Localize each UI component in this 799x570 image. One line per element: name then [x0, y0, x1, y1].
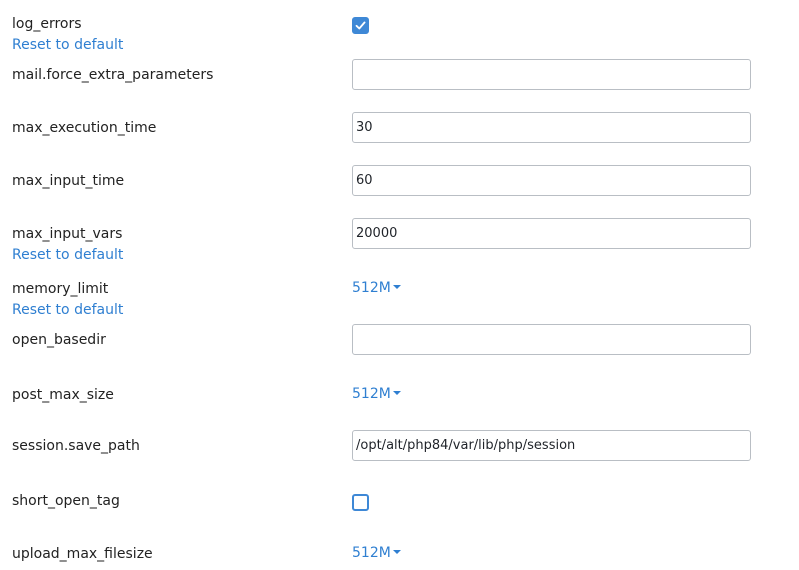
php-settings-page: log_errors Reset to default mail.force_e… [0, 0, 799, 570]
setting-name-max-input-time: max_input_time [12, 173, 125, 189]
setting-name-upload-max-filesize: upload_max_filesize [12, 546, 153, 562]
setting-name-max-execution-time: max_execution_time [12, 120, 157, 136]
setting-name-open-basedir: open_basedir [12, 332, 106, 348]
setting-name-session-save-path: session.save_path [12, 438, 140, 454]
memory-limit-dropdown[interactable]: 512M [352, 279, 401, 297]
post-max-size-dropdown[interactable]: 512M [352, 385, 401, 403]
caret-down-icon [392, 285, 401, 289]
max-execution-time-input[interactable] [352, 112, 751, 143]
memory-limit-value: 512M [352, 280, 391, 296]
reset-max-input-vars-link[interactable]: Reset to default [12, 246, 123, 264]
setting-name-post-max-size: post_max_size [12, 387, 114, 403]
caret-down-icon [392, 550, 401, 554]
setting-name-short-open-tag: short_open_tag [12, 493, 120, 509]
setting-name-memory-limit: memory_limit [12, 281, 109, 297]
setting-name-mail-force-extra-parameters: mail.force_extra_parameters [12, 67, 214, 83]
max-input-vars-input[interactable] [352, 218, 751, 249]
reset-log-errors-link[interactable]: Reset to default [12, 36, 123, 54]
max-input-time-input[interactable] [352, 165, 751, 196]
short-open-tag-checkbox[interactable] [352, 494, 369, 511]
setting-name-log-errors: log_errors [12, 16, 82, 32]
open-basedir-input[interactable] [352, 324, 751, 355]
reset-memory-limit-link[interactable]: Reset to default [12, 301, 123, 319]
session-save-path-input[interactable] [352, 430, 751, 461]
caret-down-icon [392, 391, 401, 395]
upload-max-filesize-dropdown[interactable]: 512M [352, 544, 401, 562]
upload-max-filesize-value: 512M [352, 545, 391, 561]
log-errors-checkbox[interactable] [352, 17, 369, 34]
setting-name-max-input-vars: max_input_vars [12, 226, 123, 242]
post-max-size-value: 512M [352, 386, 391, 402]
checkmark-icon [355, 21, 366, 30]
mail-force-extra-parameters-input[interactable] [352, 59, 751, 90]
